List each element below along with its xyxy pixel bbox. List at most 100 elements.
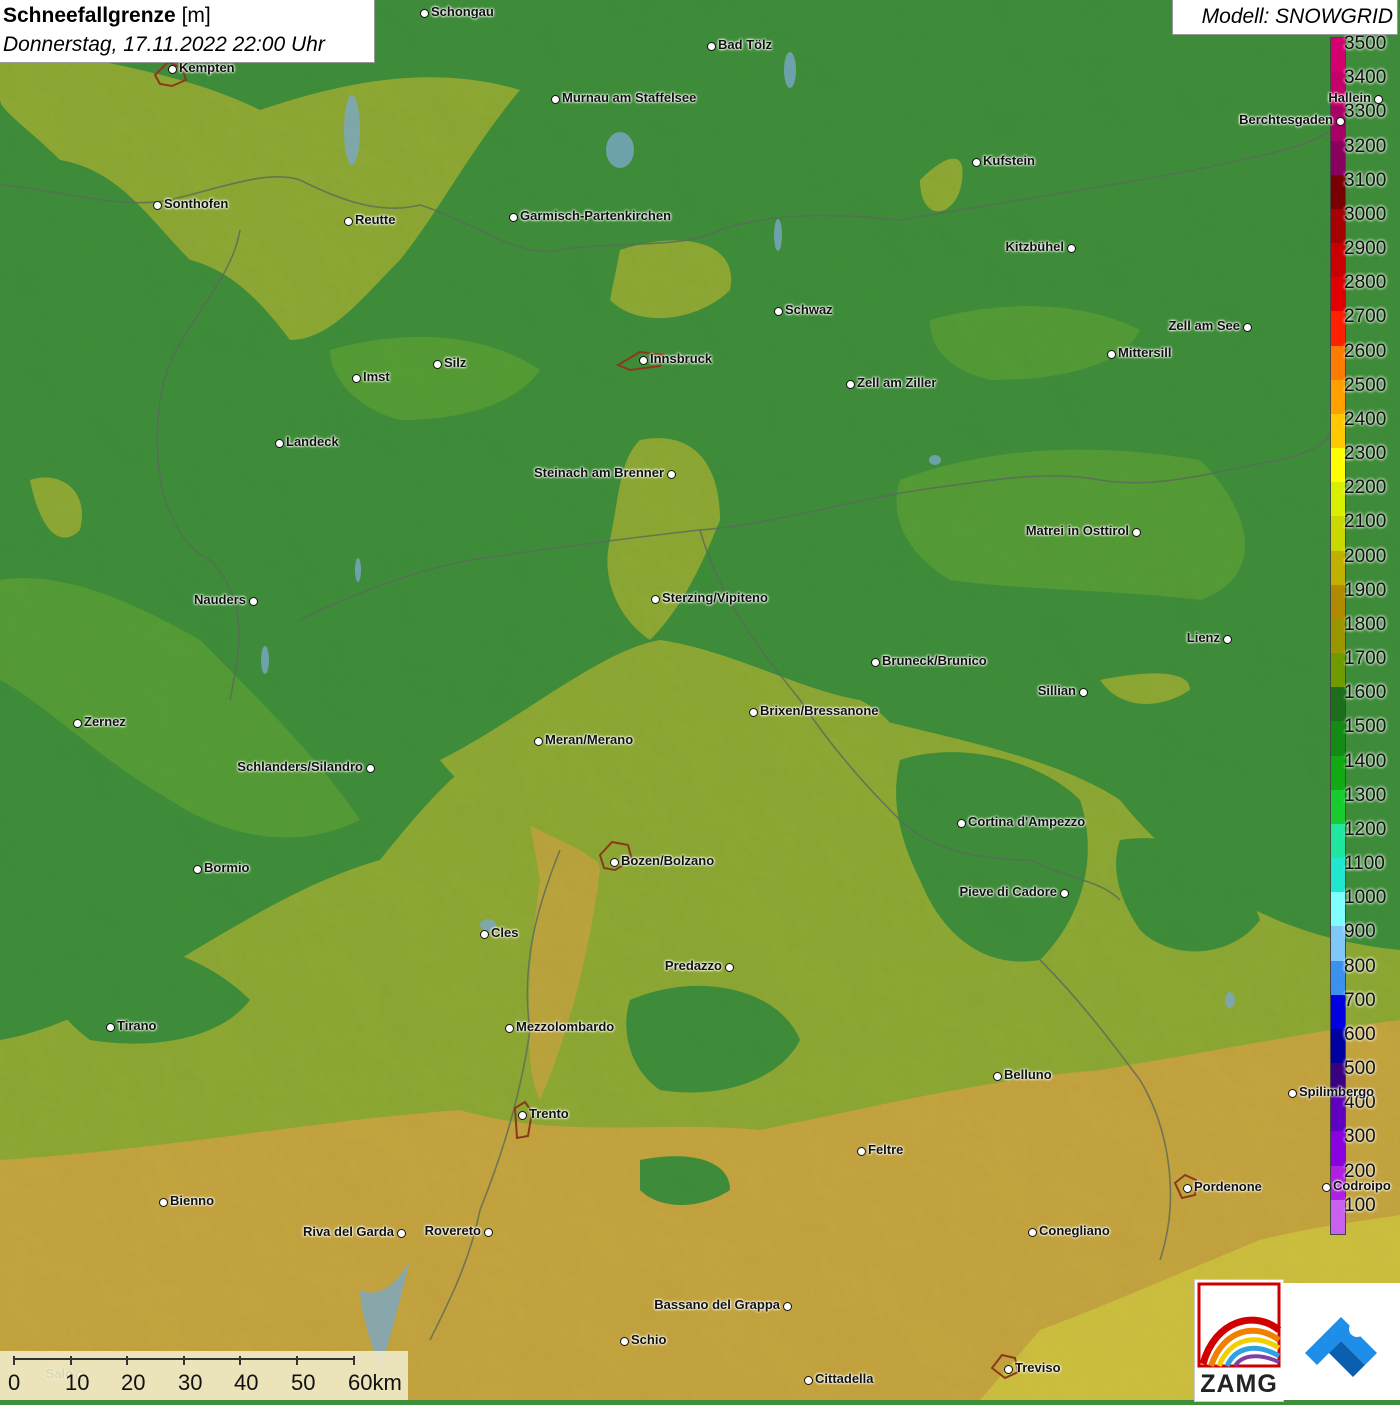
place-label[interactable]: Sillian	[1038, 683, 1076, 698]
place-label[interactable]: Bozen/Bolzano	[621, 853, 714, 868]
place-marker[interactable]	[804, 1376, 813, 1385]
place-label[interactable]: Predazzo	[665, 958, 722, 973]
place-marker[interactable]	[73, 719, 82, 728]
place-label[interactable]: Reutte	[355, 212, 395, 227]
place-marker[interactable]	[1336, 117, 1345, 126]
place-label[interactable]: Sterzing/Vipiteno	[662, 590, 768, 605]
place-label[interactable]: Berchtesgaden	[1239, 112, 1333, 127]
place-label[interactable]: Codroipo	[1333, 1178, 1391, 1193]
place-label[interactable]: Pordenone	[1194, 1179, 1262, 1194]
place-marker[interactable]	[193, 865, 202, 874]
place-marker[interactable]	[1183, 1184, 1192, 1193]
place-marker[interactable]	[1107, 350, 1116, 359]
place-marker[interactable]	[1243, 323, 1252, 332]
place-label[interactable]: Kitzbühel	[1006, 239, 1065, 254]
place-label[interactable]: Brixen/Bressanone	[760, 703, 879, 718]
place-marker[interactable]	[620, 1337, 629, 1346]
place-label[interactable]: Cortina d'Ampezzo	[968, 814, 1085, 829]
weather-app-logo[interactable]	[1283, 1283, 1400, 1400]
place-label[interactable]: Garmisch-Partenkirchen	[520, 208, 671, 223]
place-label[interactable]: Zell am Ziller	[857, 375, 936, 390]
place-marker[interactable]	[651, 595, 660, 604]
place-marker[interactable]	[707, 42, 716, 51]
place-label[interactable]: Murnau am Staffelsee	[562, 90, 696, 105]
place-label[interactable]: Silz	[444, 355, 466, 370]
place-label[interactable]: Bassano del Grappa	[654, 1297, 780, 1312]
place-marker[interactable]	[249, 597, 258, 606]
place-label[interactable]: Bad Tölz	[718, 37, 772, 52]
place-label[interactable]: Schio	[631, 1332, 666, 1347]
place-label[interactable]: Imst	[363, 369, 390, 384]
place-label[interactable]: Tirano	[117, 1018, 157, 1033]
place-marker[interactable]	[639, 356, 648, 365]
place-label[interactable]: Mezzolombardo	[516, 1019, 614, 1034]
place-label[interactable]: Riva del Garda	[303, 1224, 394, 1239]
place-label[interactable]: Zell am See	[1168, 318, 1240, 333]
place-marker[interactable]	[484, 1228, 493, 1237]
place-marker[interactable]	[972, 158, 981, 167]
place-marker[interactable]	[420, 9, 429, 18]
place-marker[interactable]	[610, 858, 619, 867]
place-marker[interactable]	[366, 764, 375, 773]
place-label[interactable]: Bienno	[170, 1193, 214, 1208]
place-marker[interactable]	[725, 963, 734, 972]
place-marker[interactable]	[106, 1023, 115, 1032]
place-label[interactable]: Cles	[491, 925, 518, 940]
place-marker[interactable]	[1079, 688, 1088, 697]
place-label[interactable]: Lienz	[1187, 630, 1220, 645]
place-label[interactable]: Zernez	[84, 714, 126, 729]
place-label[interactable]: Treviso	[1015, 1360, 1061, 1375]
place-label[interactable]: Matrei in Osttirol	[1026, 523, 1129, 538]
place-marker[interactable]	[783, 1302, 792, 1311]
place-marker[interactable]	[275, 439, 284, 448]
place-marker[interactable]	[957, 819, 966, 828]
place-marker[interactable]	[993, 1072, 1002, 1081]
place-label[interactable]: Schongau	[431, 4, 494, 19]
place-marker[interactable]	[1374, 95, 1383, 104]
place-marker[interactable]	[871, 658, 880, 667]
place-marker[interactable]	[352, 374, 361, 383]
place-label[interactable]: Bormio	[204, 860, 250, 875]
place-marker[interactable]	[1004, 1365, 1013, 1374]
place-label[interactable]: Mittersill	[1118, 345, 1171, 360]
place-marker[interactable]	[509, 213, 518, 222]
place-marker[interactable]	[774, 307, 783, 316]
zamg-logo[interactable]: ZAMG	[1194, 1279, 1284, 1402]
place-marker[interactable]	[1060, 889, 1069, 898]
place-label[interactable]: Sonthofen	[164, 196, 228, 211]
place-marker[interactable]	[518, 1111, 527, 1120]
place-marker[interactable]	[1067, 244, 1076, 253]
place-marker[interactable]	[1322, 1183, 1331, 1192]
place-marker[interactable]	[749, 708, 758, 717]
place-label[interactable]: Cittadella	[815, 1371, 874, 1386]
place-marker[interactable]	[344, 217, 353, 226]
place-label[interactable]: Kufstein	[983, 153, 1035, 168]
place-label[interactable]: Schlanders/Silandro	[237, 759, 363, 774]
place-marker[interactable]	[667, 470, 676, 479]
place-label[interactable]: Conegliano	[1039, 1223, 1110, 1238]
place-label[interactable]: Spilimbergo	[1299, 1084, 1374, 1099]
place-label[interactable]: Kempten	[179, 60, 235, 75]
place-marker[interactable]	[534, 737, 543, 746]
place-marker[interactable]	[168, 65, 177, 74]
place-marker[interactable]	[480, 930, 489, 939]
place-marker[interactable]	[433, 360, 442, 369]
place-label[interactable]: Feltre	[868, 1142, 903, 1157]
place-label[interactable]: Pieve di Cadore	[959, 884, 1057, 899]
place-marker[interactable]	[1223, 635, 1232, 644]
place-label[interactable]: Landeck	[286, 434, 339, 449]
place-marker[interactable]	[1288, 1089, 1297, 1098]
place-label[interactable]: Meran/Merano	[545, 732, 633, 747]
place-label[interactable]: Hallein	[1328, 90, 1371, 105]
place-label[interactable]: Schwaz	[785, 302, 833, 317]
place-label[interactable]: Rovereto	[425, 1223, 481, 1238]
place-label[interactable]: Belluno	[1004, 1067, 1052, 1082]
place-marker[interactable]	[505, 1024, 514, 1033]
place-marker[interactable]	[153, 201, 162, 210]
place-label[interactable]: Trento	[529, 1106, 569, 1121]
place-marker[interactable]	[1132, 528, 1141, 537]
place-marker[interactable]	[551, 95, 560, 104]
place-marker[interactable]	[1028, 1228, 1037, 1237]
place-marker[interactable]	[159, 1198, 168, 1207]
place-marker[interactable]	[846, 380, 855, 389]
